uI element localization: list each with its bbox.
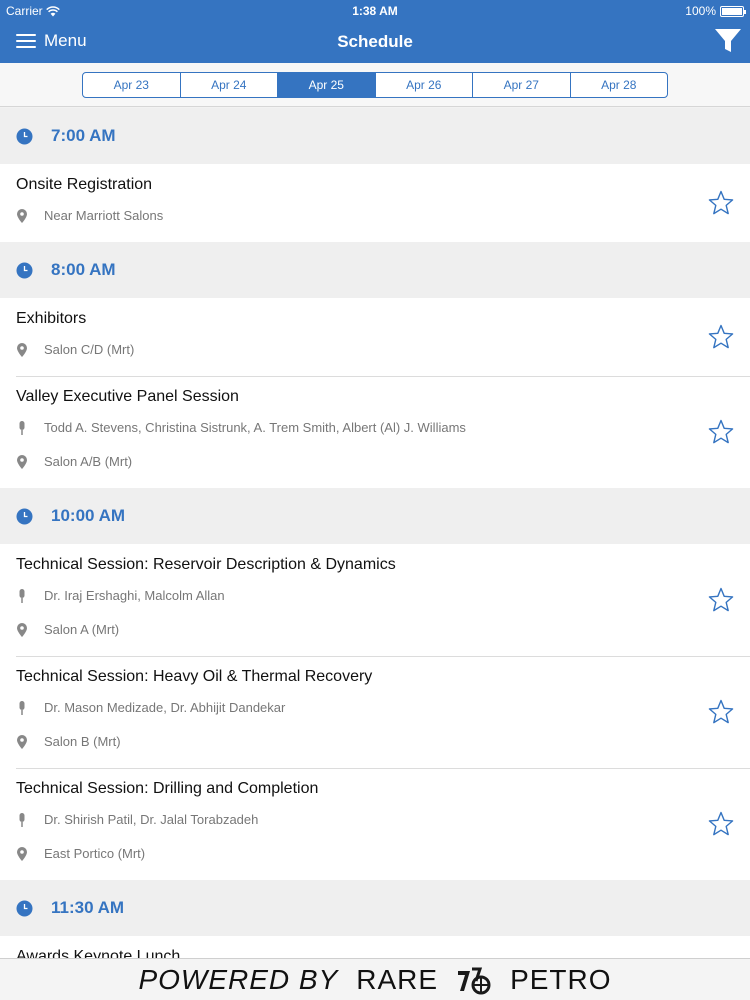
star-outline-icon[interactable] [708,811,734,837]
speakers-text: Dr. Iraj Ershaghi, Malcolm Allan [44,588,225,603]
session-title: Technical Session: Heavy Oil & Thermal R… [16,668,373,685]
location-icon-wrap [16,847,28,861]
time-section-header: 7:00 AM [0,108,750,164]
location-pin-icon [17,735,27,749]
microphone-icon [19,701,25,715]
session-row[interactable]: Awards Keynote Lunch [0,936,750,958]
battery-label: 100% [685,4,716,18]
microphone-icon [19,589,25,603]
session-speakers: Todd A. Stevens, Christina Sistrunk, A. … [16,420,690,436]
session-speakers: Dr. Mason Medizade, Dr. Abhijit Dandekar [16,700,690,716]
location-pin-icon [17,209,27,223]
date-tab-apr-28[interactable]: Apr 28 [571,73,668,97]
location-pin-icon [17,847,27,861]
time-section-label: 7:00 AM [51,126,116,145]
rare-petro-logo [458,967,491,994]
speaker-icon-wrap [16,701,28,715]
time-section-label: 8:00 AM [51,260,116,279]
star-outline-icon[interactable] [708,190,734,216]
location-text: Salon A (Mrt) [44,622,120,637]
session-title: Onsite Registration [16,176,153,193]
date-tab-apr-24[interactable]: Apr 24 [181,73,278,97]
powered-by-footer: POWERED BY RARE PETRO [0,958,750,1000]
time-section-header: 10:00 AM [0,488,750,544]
time-section-label: 11:30 AM [51,898,125,917]
microphone-icon [19,813,25,827]
location-pin-icon [17,343,27,357]
session-speakers: Dr. Iraj Ershaghi, Malcolm Allan [16,588,690,604]
location-text: East Portico (Mrt) [44,846,146,861]
battery-indicator: 100% [685,4,746,18]
clock-icon [16,508,33,524]
speaker-icon-wrap [16,589,28,603]
star-outline-icon[interactable] [708,419,734,445]
location-text: Salon B (Mrt) [44,734,121,749]
date-tab-apr-23[interactable]: Apr 23 [83,73,181,97]
page-title: Schedule [337,32,413,51]
location-icon-wrap [16,623,28,637]
session-title: Exhibitors [16,310,87,327]
schedule-list[interactable]: 7:00 AM Onsite Registration Near Marriott … [0,108,750,958]
speaker-icon-wrap [16,813,28,827]
speakers-text: Dr. Mason Medizade, Dr. Abhijit Dandekar [44,700,286,715]
session-location: Salon A (Mrt) [16,622,690,638]
star-outline-icon[interactable] [708,587,734,613]
time-section-header: 8:00 AM [0,242,750,298]
session-title: Awards Keynote Lunch [16,948,181,958]
location-icon-wrap [16,343,28,357]
star-outline-icon[interactable] [708,324,734,350]
location-icon-wrap [16,455,28,469]
brand-petro-text: PETRO [510,963,612,995]
session-location: East Portico (Mrt) [16,846,690,862]
clock-icon [16,128,33,144]
speakers-text: Dr. Shirish Patil, Dr. Jalal Torabzadeh [44,812,259,827]
app-header: Carrier 1:38 AM 100% Menu Schedule [0,0,750,63]
session-title: Technical Session: Reservoir Description… [16,556,396,573]
session-row[interactable]: Onsite Registration Near Marriott Salons [0,164,750,242]
menu-button[interactable]: Menu [16,31,87,51]
speaker-icon-wrap [16,421,28,435]
brand-rare-text: RARE [356,963,439,995]
session-row[interactable]: Valley Executive Panel Session Todd A. St… [0,376,750,488]
session-location: Salon C/D (Mrt) [16,342,690,358]
session-location: Salon A/B (Mrt) [16,454,690,470]
status-bar: Carrier 1:38 AM 100% [0,0,750,22]
location-icon-wrap [16,209,28,223]
hamburger-menu-icon [16,34,36,48]
powered-by-label: POWERED BY [138,963,339,995]
menu-label: Menu [44,31,87,50]
clock-icon [16,262,33,278]
location-text: Salon A/B (Mrt) [44,454,133,469]
time-section-label: 10:00 AM [51,506,126,525]
battery-icon [720,5,746,17]
filter-icon[interactable] [714,28,742,54]
session-title: Valley Executive Panel Session [16,388,239,405]
time-section-header: 11:30 AM [0,880,750,936]
date-selector-bar: Apr 23 Apr 24 Apr 25 Apr 26 Apr 27 Apr 28 [0,63,750,107]
clock-icon [16,900,33,916]
speakers-text: Todd A. Stevens, Christina Sistrunk, A. … [44,420,466,435]
date-tabs: Apr 23 Apr 24 Apr 25 Apr 26 Apr 27 Apr 28 [82,72,668,98]
nav-bar: Menu Schedule [0,22,750,63]
session-row[interactable]: Technical Session: Reservoir Description… [0,544,750,656]
location-icon-wrap [16,735,28,749]
date-tab-apr-27[interactable]: Apr 27 [473,73,571,97]
session-title: Technical Session: Drilling and Completi… [16,780,319,797]
date-tab-apr-26[interactable]: Apr 26 [376,73,473,97]
microphone-icon [19,421,25,435]
session-row[interactable]: Exhibitors Salon C/D (Mrt) [0,298,750,376]
session-location: Near Marriott Salons [16,208,690,224]
location-pin-icon [17,455,27,469]
status-time: 1:38 AM [352,4,398,18]
location-text: Near Marriott Salons [44,208,164,223]
location-pin-icon [17,623,27,637]
star-outline-icon[interactable] [708,699,734,725]
location-text: Salon C/D (Mrt) [44,342,135,357]
session-speakers: Dr. Shirish Patil, Dr. Jalal Torabzadeh [16,812,690,828]
date-tab-apr-25[interactable]: Apr 25 [278,73,376,97]
session-location: Salon B (Mrt) [16,734,690,750]
session-row[interactable]: Technical Session: Heavy Oil & Thermal R… [0,656,750,768]
session-row[interactable]: Technical Session: Drilling and Completi… [0,768,750,880]
